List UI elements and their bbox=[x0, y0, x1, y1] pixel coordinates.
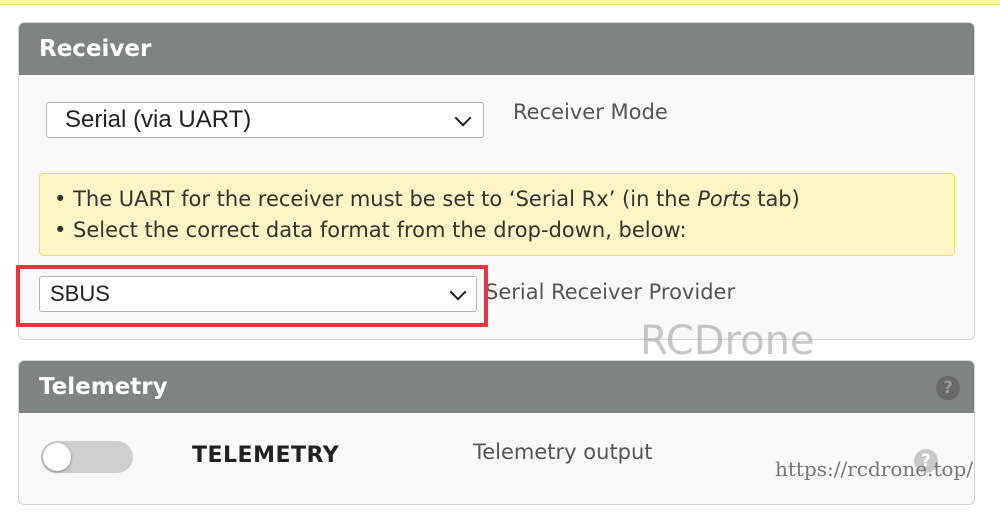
note-line-2: • Select the correct data format from th… bbox=[54, 218, 687, 242]
watermark-url: https://rcdrone.top/ bbox=[775, 457, 974, 481]
receiver-mode-select[interactable]: Serial (via UART) bbox=[46, 102, 484, 138]
receiver-mode-value: Serial (via UART) bbox=[65, 106, 252, 133]
highlight-box bbox=[16, 265, 488, 327]
toggle-knob bbox=[43, 443, 71, 471]
telemetry-description: Telemetry output bbox=[473, 440, 653, 464]
telemetry-panel: Telemetry ? TELEMETRY Telemetry output ? bbox=[18, 360, 975, 505]
telemetry-feature-name: TELEMETRY bbox=[192, 443, 340, 468]
telemetry-toggle[interactable] bbox=[41, 441, 133, 473]
receiver-header: Receiver bbox=[19, 23, 974, 75]
receiver-mode-label: Receiver Mode bbox=[513, 100, 668, 124]
receiver-title: Receiver bbox=[39, 36, 152, 62]
receiver-note: • The UART for the receiver must be set … bbox=[39, 173, 955, 256]
help-icon[interactable]: ? bbox=[936, 376, 960, 400]
chevron-down-icon bbox=[454, 109, 472, 127]
top-strip bbox=[0, 0, 1000, 5]
serial-provider-label: Serial Receiver Provider bbox=[485, 280, 736, 304]
note-line-1: • The UART for the receiver must be set … bbox=[54, 187, 800, 211]
telemetry-title: Telemetry bbox=[39, 374, 168, 400]
telemetry-header: Telemetry ? bbox=[19, 361, 974, 413]
watermark-text: RCDrone bbox=[640, 318, 815, 364]
